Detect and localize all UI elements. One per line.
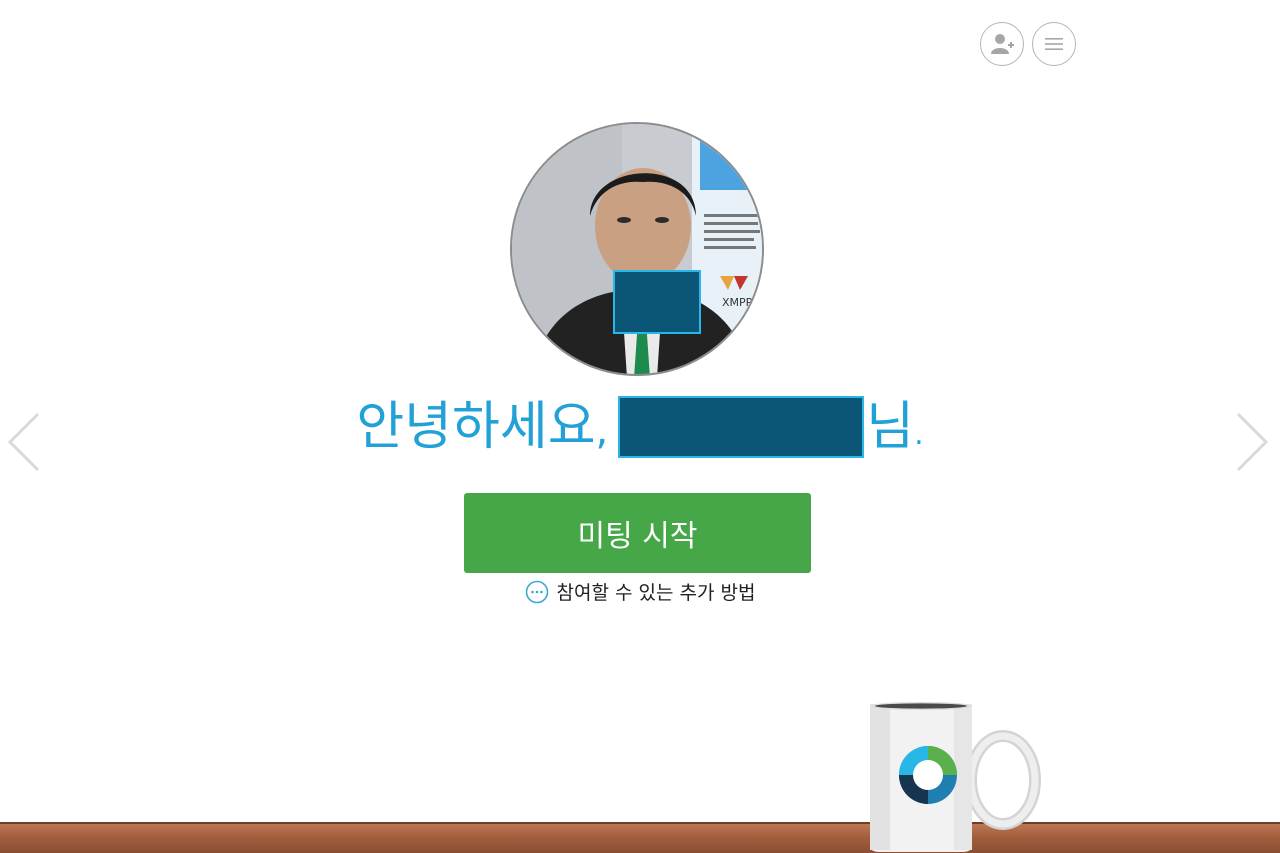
more-options-icon	[525, 580, 548, 603]
webex-logo-icon	[899, 746, 957, 804]
greeting-comma: ,	[595, 408, 609, 454]
greeting-prefix: 안녕하세요	[356, 397, 596, 457]
wooden-table	[0, 822, 1280, 853]
webex-mug-illustration	[870, 702, 1041, 852]
table-edge	[0, 822, 1280, 824]
avatar-photo: XMPP	[512, 124, 762, 374]
greeting-suffix: 님	[866, 397, 915, 457]
more-ways-to-join-link[interactable]: 참여할 수 있는 추가 방법	[0, 578, 1280, 605]
user-name-redacted	[618, 396, 865, 458]
redaction-box	[613, 270, 701, 334]
hamburger-menu-icon	[1045, 38, 1063, 50]
more-ways-label: 참여할 수 있는 추가 방법	[556, 582, 756, 604]
start-meeting-button[interactable]: 미팅 시작	[464, 493, 811, 573]
top-controls	[980, 22, 1076, 66]
greeting: 안녕하세요, 님.	[0, 392, 1280, 470]
person-add-icon	[991, 34, 1014, 54]
avatar[interactable]: XMPP	[510, 122, 764, 376]
greeting-period: .	[914, 417, 924, 452]
start-meeting-label: 미팅 시작	[577, 519, 698, 554]
menu-button[interactable]	[1032, 22, 1076, 66]
poster-xmpp-text: XMPP	[722, 296, 753, 309]
add-contact-button[interactable]	[980, 22, 1024, 66]
